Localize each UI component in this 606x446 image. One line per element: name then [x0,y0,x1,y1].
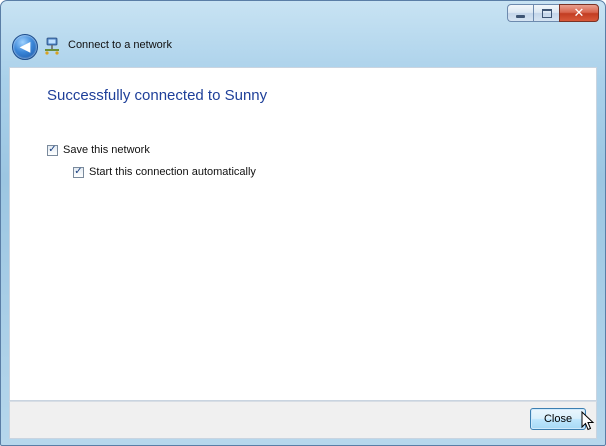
close-icon: ✕ [573,5,585,21]
back-arrow-icon: ◀ [19,38,31,55]
window-controls: ✕ [507,4,599,22]
auto-connect-checkbox[interactable]: ✓ [73,166,84,178]
save-network-checkbox[interactable]: ✓ [47,144,58,156]
minimize-icon [516,14,525,18]
save-network-option[interactable]: ✓ Save this network [47,144,150,156]
network-icon [45,37,59,55]
auto-connect-label[interactable]: Start this connection automatically [89,166,256,178]
maximize-button[interactable] [533,4,559,22]
maximize-icon [541,8,552,18]
back-button[interactable]: ◀ [12,34,38,60]
minimize-button[interactable] [507,4,533,22]
content-panel: Successfully connected to Sunny ✓ Save t… [9,67,597,401]
mouse-cursor-icon [581,411,595,431]
auto-connect-option[interactable]: ✓ Start this connection automatically [73,166,256,178]
footer-bar: Close [9,401,597,439]
window: ✕ ◀ Connect to a network Successfully co… [0,0,606,446]
save-network-label[interactable]: Save this network [63,144,150,156]
window-title: Connect to a network [68,39,172,51]
close-window-button[interactable]: ✕ [559,4,599,22]
status-heading: Successfully connected to Sunny [47,87,268,104]
close-button[interactable]: Close [530,408,586,430]
titlebar[interactable]: ✕ ◀ Connect to a network [1,1,605,67]
checkmark-icon: ✓ [48,144,57,155]
checkmark-icon: ✓ [74,166,83,177]
